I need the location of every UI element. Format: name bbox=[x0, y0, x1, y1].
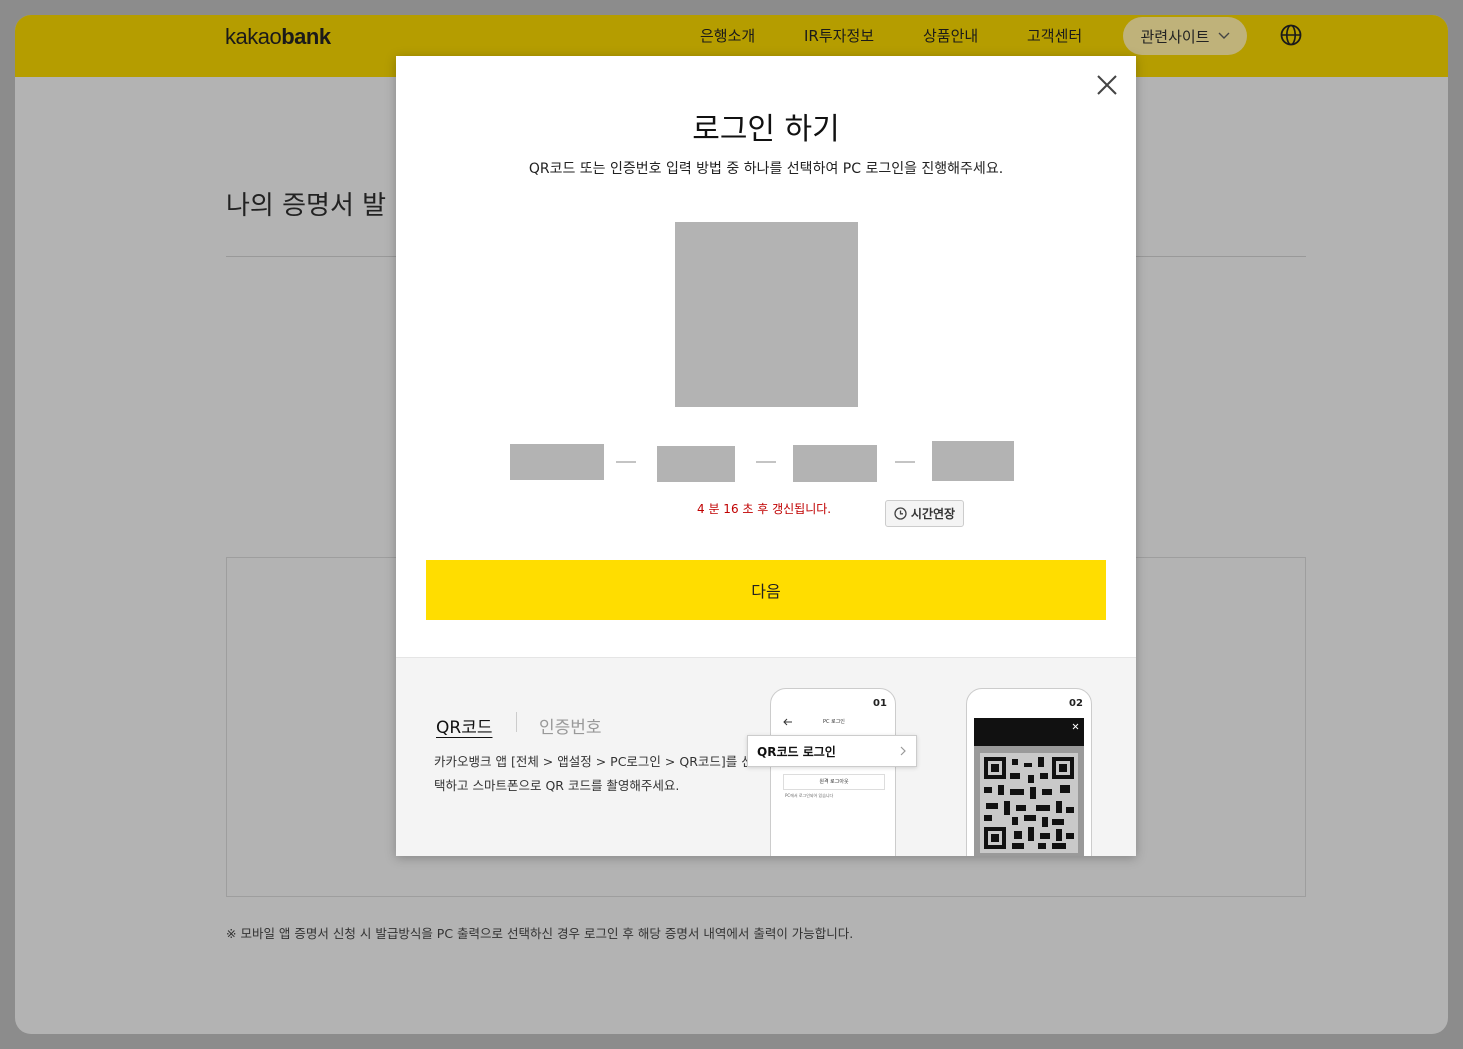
login-guide-panel: QR코드 인증번호 카카오뱅크 앱 [전체 > 앱설정 > PC로그인 > QR… bbox=[396, 657, 1136, 856]
modal-title: 로그인 하기 bbox=[692, 112, 840, 147]
phone-illustration-step1: 01 PC 로그인 원격 로그아웃 PC에서 로그인되어 있습니다 bbox=[770, 688, 896, 856]
back-arrow-icon bbox=[783, 718, 792, 726]
related-sites-dropdown[interactable]: 관련사이트 bbox=[1123, 17, 1247, 55]
close-icon[interactable] bbox=[1094, 72, 1120, 98]
phone1-note: PC에서 로그인되어 있습니다 bbox=[785, 793, 834, 798]
auth-code-2 bbox=[657, 446, 735, 482]
phone1-button: 원격 로그아웃 bbox=[783, 774, 885, 790]
auth-code-4 bbox=[932, 441, 1014, 481]
guide-instructions: 카카오뱅크 앱 [전체 > 앱설정 > PC로그인 > QR코드]를 선택하고 … bbox=[434, 754, 753, 793]
step-number: 01 bbox=[873, 698, 887, 709]
chevron-right-icon bbox=[900, 746, 906, 756]
tab-qr-code[interactable]: QR코드 bbox=[436, 713, 492, 738]
nav-bank-intro[interactable]: 은행소개 bbox=[700, 25, 755, 46]
code-dash bbox=[756, 461, 776, 463]
tab-separator bbox=[516, 712, 517, 732]
auth-code-3 bbox=[793, 445, 877, 482]
step-number: 02 bbox=[1069, 698, 1083, 709]
kakaobank-logo[interactable]: kakaobank bbox=[225, 24, 331, 50]
qr-login-menu-callout: QR코드 로그인 bbox=[747, 735, 917, 767]
tab-auth-number[interactable]: 인증번호 bbox=[539, 713, 602, 738]
extend-time-label: 시간연장 bbox=[910, 507, 956, 521]
footnote-text: ※ 모바일 앱 증명서 신청 시 발급방식을 PC 출력으로 선택하신 경우 로… bbox=[226, 926, 854, 941]
chevron-down-icon bbox=[1218, 32, 1229, 39]
nav-customer-center[interactable]: 고객센터 bbox=[1027, 25, 1082, 46]
camera-viewfinder bbox=[974, 718, 1084, 856]
nav-products[interactable]: 상품안내 bbox=[923, 25, 978, 46]
related-sites-label: 관련사이트 bbox=[1140, 27, 1210, 46]
qr-login-label: QR코드 로그인 bbox=[757, 744, 836, 759]
phone-illustration-step2: 02 bbox=[966, 688, 1092, 856]
close-icon bbox=[1072, 723, 1079, 730]
auth-code-1 bbox=[510, 444, 604, 480]
globe-icon[interactable] bbox=[1280, 24, 1302, 46]
qr-code-image bbox=[980, 753, 1078, 853]
qr-code-placeholder bbox=[675, 222, 858, 407]
next-button[interactable]: 다음 bbox=[426, 560, 1106, 620]
modal-subtitle: QR코드 또는 인증번호 입력 방법 중 하나를 선택하여 PC 로그인을 진행… bbox=[528, 161, 1004, 177]
login-modal: 로그인 하기 QR코드 또는 인증번호 입력 방법 중 하나를 선택하여 PC … bbox=[396, 56, 1136, 856]
phone1-screen-title: PC 로그인 bbox=[823, 719, 845, 725]
code-dash bbox=[616, 461, 636, 463]
nav-ir-info[interactable]: IR투자정보 bbox=[804, 25, 874, 46]
refresh-timer: 4 분 16 초 후 갱신됩니다. bbox=[697, 502, 832, 516]
clock-icon bbox=[894, 507, 907, 520]
extend-time-button[interactable]: 시간연장 bbox=[885, 500, 964, 527]
code-dash bbox=[895, 461, 915, 463]
page-title: 나의 증명서 발 bbox=[226, 191, 387, 221]
